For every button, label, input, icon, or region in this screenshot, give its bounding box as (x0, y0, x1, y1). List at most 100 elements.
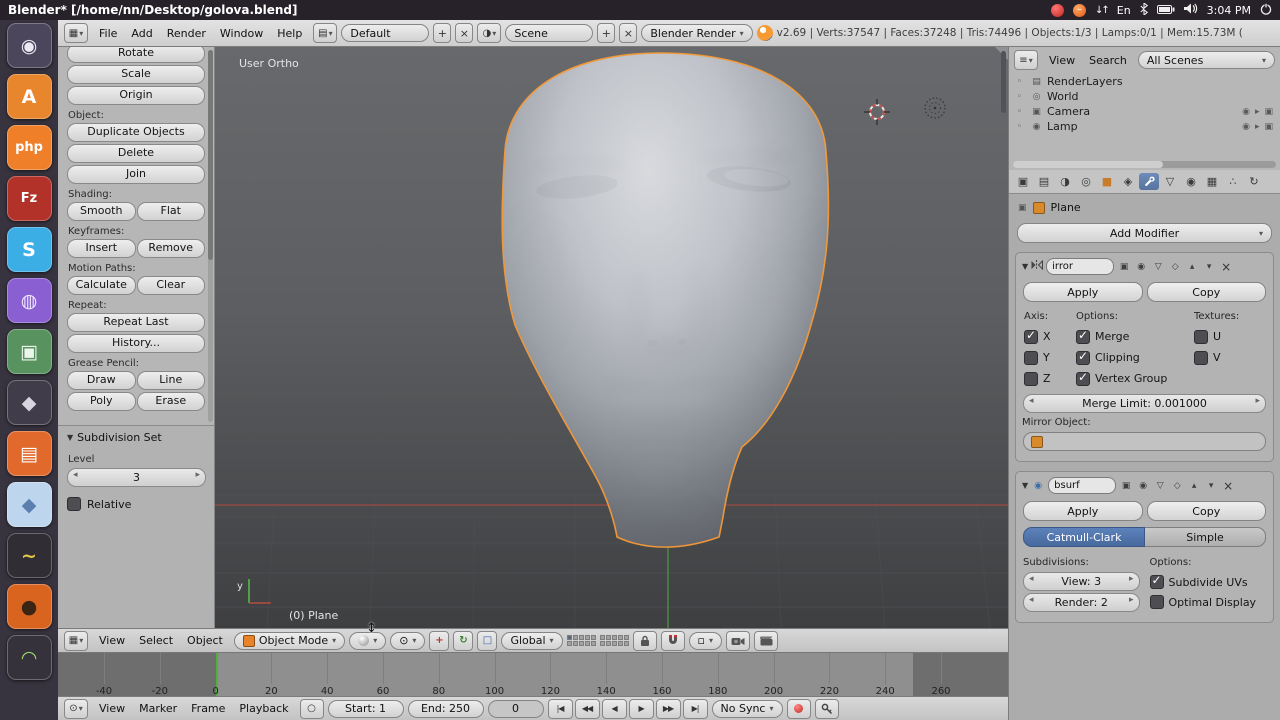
layer-cell[interactable] (617, 635, 623, 640)
btn-scale[interactable]: Scale (67, 65, 205, 84)
texture-u-checkbox[interactable] (1194, 329, 1208, 344)
menu-view[interactable]: View (92, 632, 132, 649)
launcher-item-php-app[interactable]: php (6, 125, 52, 170)
copy-button[interactable]: Copy (1146, 282, 1266, 302)
menu-file[interactable]: File (92, 25, 124, 42)
tab-particles[interactable]: ∴ (1223, 173, 1243, 190)
merge-checkbox[interactable] (1076, 328, 1090, 344)
layer-cell[interactable] (584, 635, 590, 640)
tab-physics[interactable]: ↻ (1244, 173, 1264, 190)
layer-cell[interactable] (572, 641, 578, 646)
layers-widget[interactable] (566, 635, 629, 646)
tab-texture[interactable]: ▦ (1202, 173, 1222, 190)
outliner-item-renderlayers[interactable]: ◦ ▤ RenderLayers (1013, 74, 1276, 89)
clock[interactable]: 3:04 PM (1207, 4, 1251, 17)
tool-shelf-scrollbar-thumb[interactable] (208, 50, 213, 260)
volume-icon[interactable] (1183, 3, 1198, 17)
jump-to-start-button[interactable]: |◀ (547, 698, 573, 719)
btn-duplicate-objects[interactable]: Duplicate Objects (67, 123, 205, 142)
vertex-group-checkbox[interactable] (1076, 370, 1090, 386)
tab-data[interactable]: ▽ (1160, 173, 1180, 190)
axis-z-checkbox[interactable] (1024, 371, 1038, 386)
merge-limit-slider[interactable]: ◂ Merge Limit: 0.001000 ▸ (1023, 394, 1266, 413)
optimal-display-checkbox[interactable] (1149, 595, 1164, 609)
timeline[interactable]: -40 -20 0 20 40 60 80 100 120 140 160 180 200 220 240 2… (58, 652, 1008, 697)
copy-button[interactable]: Copy (1146, 501, 1266, 521)
render-visibility-toggle[interactable]: ▣ (1119, 481, 1133, 491)
editor-type-button[interactable]: ≡ ▾ (1014, 50, 1038, 70)
layer-cell[interactable] (566, 635, 572, 640)
cage-toggle[interactable]: ◇ (1170, 481, 1184, 491)
lock-icon[interactable] (632, 630, 657, 651)
scale-manipulator-toggle[interactable]: □ (477, 630, 498, 651)
layer-cell[interactable] (590, 635, 596, 640)
move-up-button[interactable]: ▴ (1187, 481, 1201, 491)
menu-object[interactable]: Object (180, 632, 230, 649)
tab-modifiers[interactable] (1139, 173, 1159, 190)
visibility-icon[interactable]: ◉ (1242, 122, 1250, 132)
render-engine-select[interactable]: Blender Render ▾ (641, 24, 753, 42)
tab-constraints[interactable]: ◈ (1118, 173, 1138, 190)
layer-cell[interactable] (578, 635, 584, 640)
screen-layout-field[interactable]: Default (341, 24, 430, 42)
slider-left-arrow-icon[interactable]: ◂ (73, 470, 78, 480)
slider-right-arrow-icon[interactable]: ▸ (195, 470, 200, 480)
scene-field[interactable]: Scene (505, 24, 594, 42)
apply-button[interactable]: Apply (1023, 282, 1143, 302)
opengl-render-button[interactable] (726, 630, 751, 651)
power-icon[interactable] (1260, 2, 1272, 18)
pivot-select[interactable]: ⊙ ▾ (390, 631, 426, 650)
btn-delete[interactable]: Delete (67, 144, 205, 163)
editor-type-button[interactable]: ▦ ▾ (64, 630, 88, 651)
prev-keyframe-button[interactable]: ◀◀ (574, 698, 600, 719)
cage-toggle[interactable]: ◇ (1168, 262, 1182, 272)
viewport-scrollbar[interactable] (1001, 51, 1006, 113)
disclosure-icon[interactable]: ◦ (1013, 92, 1026, 102)
add-modifier-dropdown[interactable]: Add Modifier ▾ (1017, 223, 1272, 243)
btn-line[interactable]: Line (136, 371, 205, 390)
mirror-object-field[interactable] (1023, 432, 1266, 451)
outliner-item-lamp[interactable]: ◦ ◉ Lamp ◉ ▸ ▣ (1013, 119, 1276, 134)
layer-cell[interactable] (590, 641, 596, 646)
tab-render-layers[interactable]: ▤ (1034, 173, 1054, 190)
delete-modifier-button[interactable]: × (1223, 479, 1233, 493)
tab-object[interactable]: ■ (1097, 173, 1117, 190)
move-up-button[interactable]: ▴ (1185, 262, 1199, 272)
end-frame-field[interactable]: End: 250 (407, 699, 484, 718)
layer-cell[interactable] (623, 635, 629, 640)
viewport-visibility-toggle[interactable]: ◉ (1136, 481, 1150, 491)
menu-help[interactable]: Help (270, 25, 309, 42)
render-subdivisions-slider[interactable]: ◂ Render: 2 ▸ (1023, 593, 1140, 612)
launcher-item-partial-app[interactable]: ◠ (6, 635, 52, 680)
btn-insert[interactable]: Insert (67, 239, 136, 258)
translate-manipulator-toggle[interactable]: + (429, 630, 450, 651)
snap-magnet-toggle[interactable] (660, 630, 685, 651)
orientation-select[interactable]: Global ▾ (501, 631, 563, 650)
menu-render[interactable]: Render (160, 25, 213, 42)
btn-join[interactable]: Join (67, 165, 205, 184)
operator-panel-header[interactable]: ▼ Subdivision Set (67, 431, 206, 444)
menu-select[interactable]: Select (132, 632, 180, 649)
editor-type-button[interactable]: ⊙ ▾ (64, 698, 88, 719)
layer-grid[interactable] (566, 635, 596, 646)
menu-playback[interactable]: Playback (232, 700, 295, 717)
rotate-manipulator-toggle[interactable]: ↻ (453, 630, 474, 651)
launcher-item-cube-app[interactable]: ◆ (6, 482, 52, 527)
menu-search[interactable]: Search (1082, 52, 1134, 69)
renderability-icon[interactable]: ▣ (1264, 122, 1273, 132)
launcher-item-dash-home[interactable]: ◉ (6, 23, 52, 68)
btn-clear[interactable]: Clear (136, 276, 205, 295)
snap-element-select[interactable]: ▫ ▾ (688, 631, 723, 650)
layer-cell[interactable] (599, 641, 605, 646)
launcher-item-app-a[interactable]: A (6, 74, 52, 119)
viewport-visibility-toggle[interactable]: ◉ (1134, 262, 1148, 272)
layer-cell[interactable] (605, 635, 611, 640)
mode-select[interactable]: Object Mode ▾ (233, 631, 346, 650)
subdivide-uvs-checkbox[interactable] (1149, 573, 1164, 589)
collapse-triangle-icon[interactable]: ▼ (1022, 262, 1028, 271)
selectability-icon[interactable]: ▸ (1255, 107, 1260, 117)
outliner-filter-select[interactable]: All Scenes ▾ (1137, 51, 1275, 69)
texture-v-checkbox[interactable] (1194, 350, 1208, 365)
launcher-item-dark-app[interactable]: ~ (6, 533, 52, 578)
current-frame-field[interactable]: 0 (487, 699, 544, 718)
